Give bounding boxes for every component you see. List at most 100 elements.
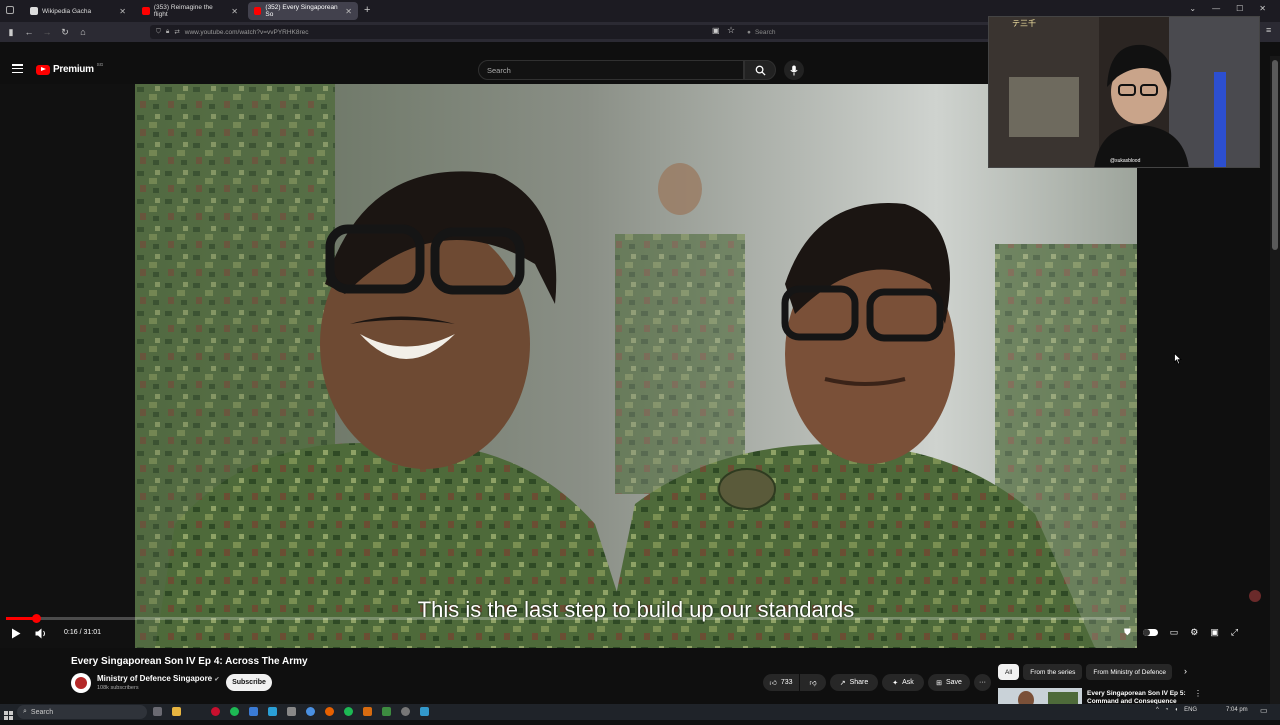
channel-name[interactable]: Ministry of Defence Singapore ✔ <box>97 674 219 683</box>
youtube-premium-logo[interactable]: Premium SG <box>36 62 104 75</box>
settings-icon[interactable]: ⚙ <box>1190 627 1198 638</box>
home-icon[interactable]: ⌂ <box>74 27 92 37</box>
guide-menu-icon[interactable] <box>12 64 23 73</box>
youtube-search-input[interactable]: Search <box>478 60 744 80</box>
video-frame-image <box>135 84 1137 648</box>
close-window-icon[interactable]: ✕ <box>1259 4 1266 13</box>
close-tab-icon[interactable]: ✕ <box>231 7 238 16</box>
back-icon[interactable]: ← <box>20 27 38 37</box>
youtube-favicon-icon <box>254 7 262 15</box>
tray-overflow-icon[interactable]: ^ <box>1156 707 1159 713</box>
spotify-icon[interactable] <box>230 707 239 716</box>
mouse-cursor-icon <box>1174 352 1183 370</box>
app-icon-green[interactable] <box>344 707 353 716</box>
channel-avatar[interactable] <box>71 673 91 693</box>
ask-button[interactable]: ✦ Ask <box>882 674 924 691</box>
bookmark-icon: ⊞ <box>936 679 942 687</box>
scrollbar-thumb[interactable] <box>1272 60 1278 250</box>
wall-sign-text: テ三千 <box>1012 19 1036 28</box>
volume-button[interactable] <box>35 628 47 641</box>
sponsor-shield-icon[interactable]: ⛊ <box>1124 627 1131 638</box>
youtube-favicon-icon <box>142 7 150 15</box>
network-icon[interactable]: ◔ <box>1165 707 1169 713</box>
bookmark-star-icon[interactable]: ☆ <box>727 25 735 36</box>
reload-icon[interactable]: ↻ <box>56 27 74 38</box>
menu-icon[interactable]: ≡ <box>1266 25 1271 35</box>
video-frame[interactable] <box>135 84 1137 648</box>
verified-icon: ✔ <box>214 677 220 683</box>
progress-bar[interactable] <box>6 614 1130 623</box>
search-placeholder: Search <box>487 65 511 75</box>
volume-icon <box>35 628 45 639</box>
streamer-webcam-image <box>989 17 1259 167</box>
sidebar-toggle-icon[interactable]: ▮ <box>2 27 20 38</box>
like-button[interactable]: 👍︎ 733 <box>763 674 799 691</box>
input-language[interactable]: ENG <box>1184 707 1197 713</box>
voice-search-button[interactable] <box>784 60 804 80</box>
chevron-right-icon[interactable]: › <box>1184 666 1187 676</box>
app-icon-orange[interactable] <box>363 707 372 716</box>
tab-label: (352) Every Singaporean So <box>265 4 338 18</box>
lock-icon[interactable]: 🔒︎ <box>166 28 169 36</box>
taskbar-search-icon: ⌕ <box>23 708 27 715</box>
permissions-icon[interactable]: ⇄ <box>174 28 179 36</box>
notifications-icon[interactable]: ▭ <box>1260 706 1268 715</box>
chip-from-series[interactable]: From the series <box>1023 664 1083 680</box>
app-icon-teal[interactable] <box>420 707 429 716</box>
browser-search-placeholder: Search <box>754 28 776 36</box>
tab-every-singaporean-son[interactable]: (352) Every Singaporean So ✕ <box>248 2 358 20</box>
chip-from-channel[interactable]: From Ministry of Defence <box>1086 664 1173 680</box>
maximize-icon[interactable]: ☐ <box>1236 4 1243 13</box>
taskbar-clock[interactable]: 7:04 pm <box>1226 707 1248 713</box>
new-tab-button[interactable]: + <box>364 4 370 16</box>
task-view-icon[interactable] <box>153 707 162 716</box>
more-icon: ··· <box>979 679 986 686</box>
thumbs-up-icon: 👍︎ <box>769 680 777 687</box>
app-icon-darkgreen[interactable] <box>382 707 391 716</box>
more-actions-button[interactable]: ··· <box>974 674 991 691</box>
chip-all[interactable]: All <box>998 664 1020 680</box>
app-icon-lightblue[interactable] <box>268 707 277 716</box>
url-text[interactable]: www.youtube.com/watch?v=vvPYRHK8rec <box>185 29 309 36</box>
tab-overview-icon[interactable] <box>6 6 14 14</box>
thumbs-down-icon: 👎︎ <box>809 680 817 687</box>
shield-icon[interactable]: ⛉ <box>156 28 161 36</box>
forward-icon[interactable]: → <box>38 27 56 37</box>
subtitles-icon[interactable]: ▭ <box>1170 627 1179 638</box>
firefox-icon[interactable] <box>325 707 334 716</box>
share-icon: ↗ <box>839 679 846 687</box>
app-icon-red[interactable] <box>211 707 220 716</box>
windows-start-icon[interactable] <box>4 707 13 720</box>
autoplay-toggle[interactable] <box>1142 629 1158 636</box>
browser-search-field[interactable]: ● Search <box>747 25 987 39</box>
tab-wikipedia-gacha[interactable]: Wikipedia Gacha ✕ <box>24 2 132 20</box>
tab-reimagine-flight[interactable]: (353) Reimagine the flight ✕ <box>136 2 244 20</box>
video-title: Every Singaporean Son IV Ep 4: Across Th… <box>71 656 308 667</box>
fullscreen-icon[interactable]: ⤢ <box>1231 627 1238 638</box>
miniplayer-icon[interactable]: ▣ <box>1210 627 1219 638</box>
taskbar-search[interactable]: ⌕ Search <box>17 705 147 719</box>
play-button[interactable] <box>11 628 21 641</box>
minimize-icon[interactable]: — <box>1212 4 1220 13</box>
save-button[interactable]: ⊞ Save <box>928 674 970 691</box>
search-button[interactable] <box>744 60 776 80</box>
app-icon-circle[interactable] <box>401 707 410 716</box>
channel-name-text[interactable]: Ministry of Defence Singapore <box>97 674 212 683</box>
scrubber-handle[interactable] <box>32 614 41 623</box>
tab-list-icon[interactable]: ⌄ <box>1189 4 1196 13</box>
dislike-button[interactable]: 👎︎ <box>800 674 826 691</box>
share-button[interactable]: ↗ Share <box>830 674 878 691</box>
ask-label: Ask <box>902 679 914 686</box>
steam-icon[interactable] <box>306 707 315 716</box>
logo-region: SG <box>96 62 104 67</box>
subscribe-button[interactable]: Subscribe <box>226 674 272 691</box>
speaker-icon[interactable]: ◖ <box>1174 707 1178 713</box>
reader-view-icon[interactable]: ▣ <box>712 26 720 35</box>
close-tab-icon[interactable]: ✕ <box>345 7 352 16</box>
app-icon-blue[interactable] <box>249 707 258 716</box>
channel-watermark-icon[interactable] <box>1249 590 1261 602</box>
recommendation-menu-icon[interactable]: ⋮ <box>1194 689 1202 698</box>
file-explorer-icon[interactable] <box>172 707 181 716</box>
app-icon-gray[interactable] <box>287 707 296 716</box>
close-tab-icon[interactable]: ✕ <box>119 7 126 16</box>
